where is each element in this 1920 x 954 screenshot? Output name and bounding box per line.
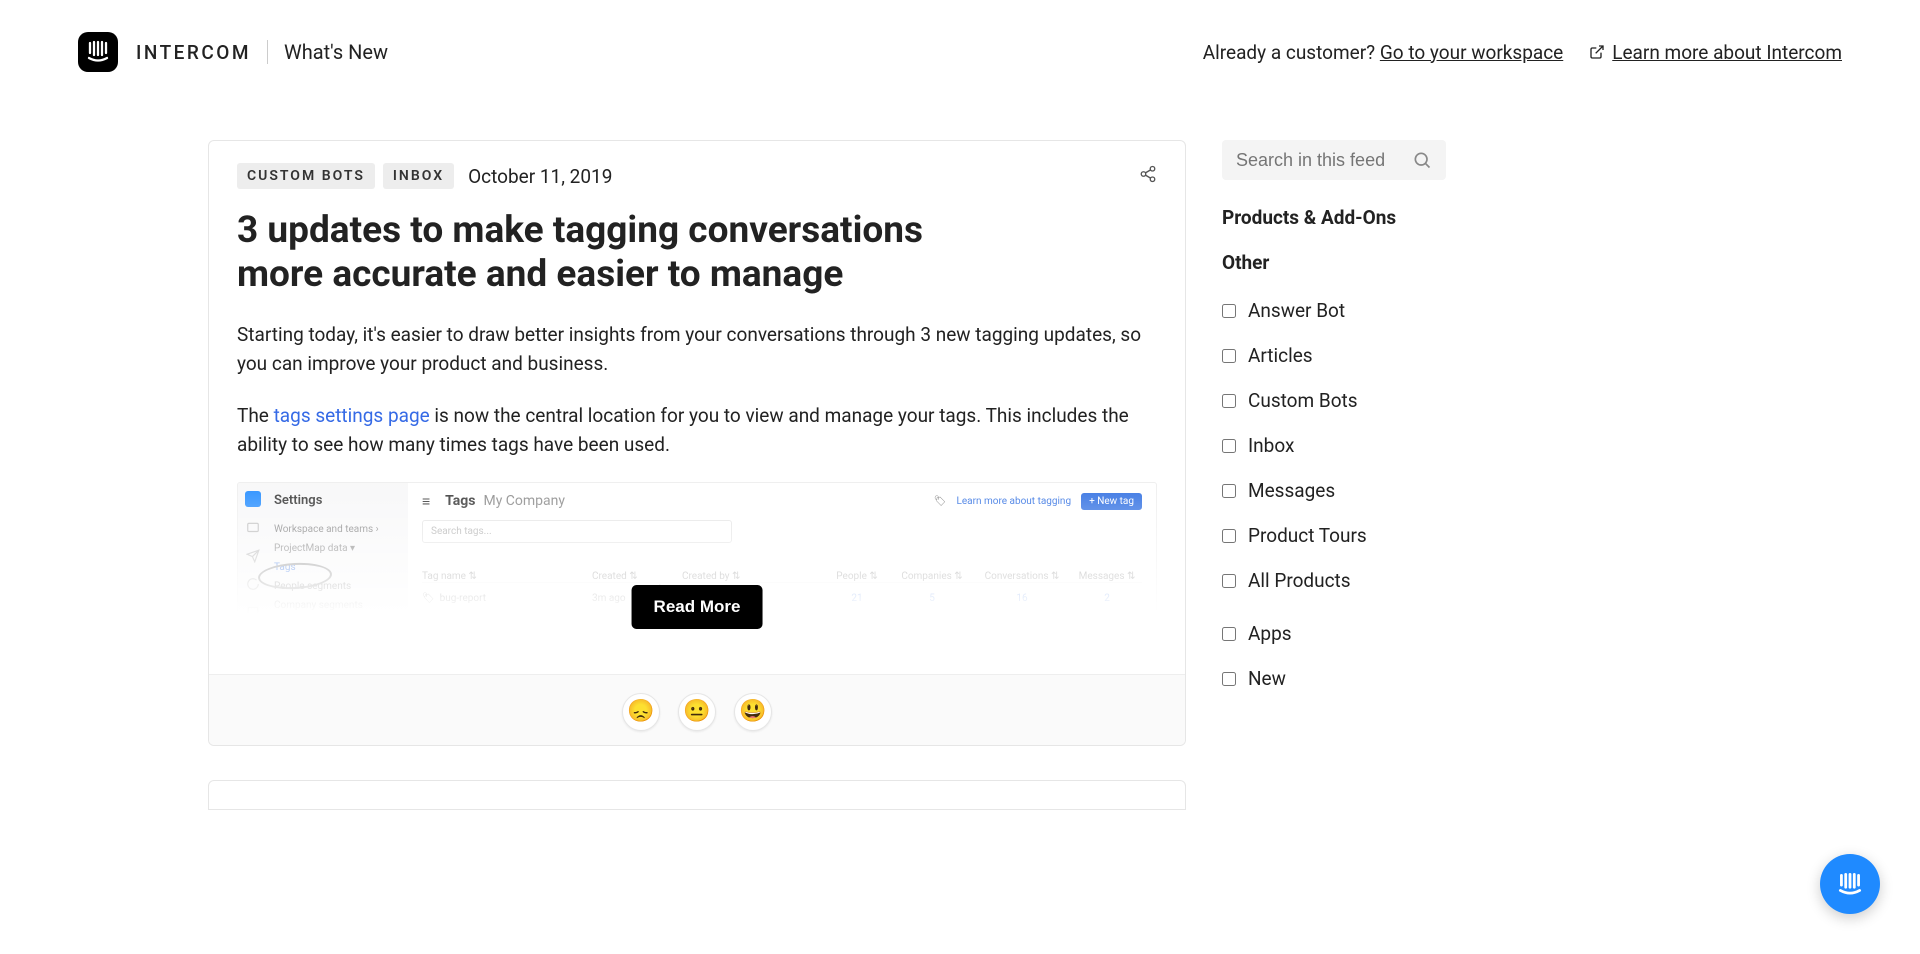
filter-messages[interactable]: Messages: [1222, 468, 1446, 513]
post-date: October 11, 2019: [468, 165, 612, 188]
tags-settings-link[interactable]: tags settings page: [274, 404, 430, 427]
filter-new[interactable]: New: [1222, 656, 1446, 701]
screenshot-image: Settings Workspace and teams › ProjectMa…: [237, 482, 1157, 674]
search-icon: [1412, 150, 1432, 170]
external-link-icon: [1589, 44, 1605, 60]
reaction-sad[interactable]: 😞: [622, 693, 660, 731]
share-icon: [1139, 165, 1157, 183]
post-body: Starting today, it's easier to draw bett…: [237, 320, 1157, 460]
sidebar: Products & Add-Ons Other Answer Bot Arti…: [1222, 140, 1446, 701]
search-input[interactable]: [1236, 150, 1406, 171]
sidebar-heading-other: Other: [1222, 251, 1446, 274]
section-title: What's New: [284, 40, 388, 64]
post-title: 3 updates to make tagging conversations …: [237, 209, 1017, 298]
feed-search[interactable]: [1222, 140, 1446, 180]
workspace-link[interactable]: Go to your workspace: [1380, 41, 1563, 64]
intercom-icon: [1835, 869, 1865, 899]
filter-custom-bots[interactable]: Custom Bots: [1222, 378, 1446, 423]
share-button[interactable]: [1139, 165, 1157, 187]
site-header: INTERCOM What's New Already a customer? …: [0, 0, 1920, 104]
filter-apps[interactable]: Apps: [1222, 611, 1446, 656]
tag-inbox[interactable]: INBOX: [383, 163, 454, 189]
sidebar-heading-products: Products & Add-Ons: [1222, 206, 1446, 229]
intercom-messenger-button[interactable]: [1820, 854, 1880, 914]
header-divider: [267, 40, 268, 64]
filter-articles[interactable]: Articles: [1222, 333, 1446, 378]
filter-answer-bot[interactable]: Answer Bot: [1222, 288, 1446, 333]
learn-more-link[interactable]: Learn more about Intercom: [1589, 41, 1842, 64]
tag-custom-bots[interactable]: CUSTOM BOTS: [237, 163, 375, 189]
post-card: CUSTOM BOTS INBOX October 11, 2019 3 upd…: [208, 140, 1186, 746]
next-post-card: [208, 780, 1186, 810]
read-more-button[interactable]: Read More: [632, 585, 763, 629]
filter-inbox[interactable]: Inbox: [1222, 423, 1446, 468]
customer-prompt: Already a customer? Go to your workspace: [1203, 41, 1564, 64]
reaction-happy[interactable]: 😃: [734, 693, 772, 731]
reaction-neutral[interactable]: 😐: [678, 693, 716, 731]
filter-all-products[interactable]: All Products: [1222, 558, 1446, 603]
intercom-wordmark: INTERCOM: [136, 41, 251, 64]
reaction-row: 😞 😐 😃: [209, 674, 1185, 745]
intercom-logo-icon[interactable]: [78, 32, 118, 72]
filter-product-tours[interactable]: Product Tours: [1222, 513, 1446, 558]
